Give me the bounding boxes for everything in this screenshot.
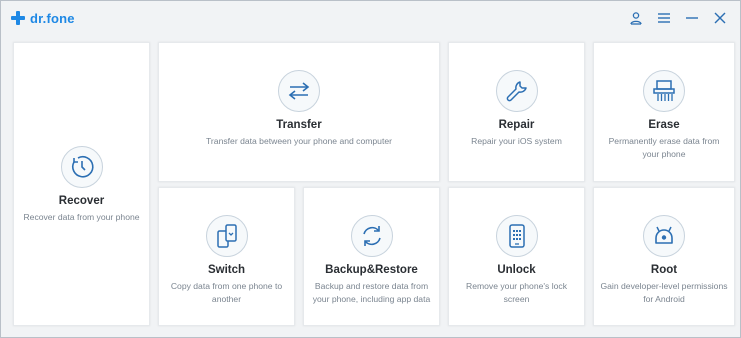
app-name: dr.fone [30, 10, 75, 26]
shredder-icon [643, 70, 685, 112]
app-window: dr.fone Recover Recover data from your p… [0, 0, 741, 338]
repair-title: Repair [498, 119, 535, 131]
phone-switch-icon [205, 215, 248, 257]
backup-restore-description: Backup and restore data from your phone,… [312, 281, 431, 304]
clock-icon [60, 146, 103, 188]
sync-icon [350, 215, 393, 257]
root-card[interactable]: Root Gain developer-level permissions fo… [593, 187, 735, 326]
repair-description: Repair your iOS system [471, 136, 562, 146]
erase-description: Permanently erase data from your phone [608, 136, 720, 159]
unlock-card[interactable]: Unlock Remove your phone's lock screen [448, 187, 585, 326]
erase-title: Erase [648, 119, 680, 131]
transfer-description: Transfer data between your phone and com… [206, 136, 392, 146]
transfer-title: Transfer [276, 119, 322, 131]
backup-restore-card[interactable]: Backup&Restore Backup and restore data f… [303, 187, 440, 326]
recover-card[interactable]: Recover Recover data from your phone [13, 42, 150, 326]
transfer-card[interactable]: Transfer Transfer data between your phon… [158, 42, 440, 182]
android-icon [643, 215, 685, 257]
app-logo: dr.fone [11, 11, 75, 26]
root-title: Root [650, 264, 678, 276]
switch-title: Switch [207, 264, 246, 276]
phone-keypad-icon [495, 215, 538, 257]
plus-logo-icon [11, 11, 25, 25]
menu-icon[interactable] [652, 7, 676, 29]
module-grid: Recover Recover data from your phone Tra… [13, 42, 735, 326]
title-bar: dr.fone [1, 1, 740, 35]
window-controls [620, 7, 732, 29]
transfer-arrows-icon [278, 70, 320, 112]
minimize-icon[interactable] [680, 7, 704, 29]
repair-card[interactable]: Repair Repair your iOS system [448, 42, 585, 182]
unlock-title: Unlock [497, 264, 536, 276]
switch-description: Copy data from one phone to another [170, 281, 283, 304]
erase-card[interactable]: Erase Permanently erase data from your p… [593, 42, 735, 182]
recover-title: Recover [58, 195, 105, 207]
backup-restore-title: Backup&Restore [325, 264, 418, 276]
wrench-icon [495, 70, 538, 112]
recover-description: Recover data from your phone [23, 212, 140, 222]
close-icon[interactable] [708, 7, 732, 29]
user-icon[interactable] [624, 7, 648, 29]
unlock-description: Remove your phone's lock screen [466, 281, 567, 304]
switch-card[interactable]: Switch Copy data from one phone to anoth… [158, 187, 295, 326]
root-description: Gain developer-level permissions for And… [600, 281, 728, 304]
